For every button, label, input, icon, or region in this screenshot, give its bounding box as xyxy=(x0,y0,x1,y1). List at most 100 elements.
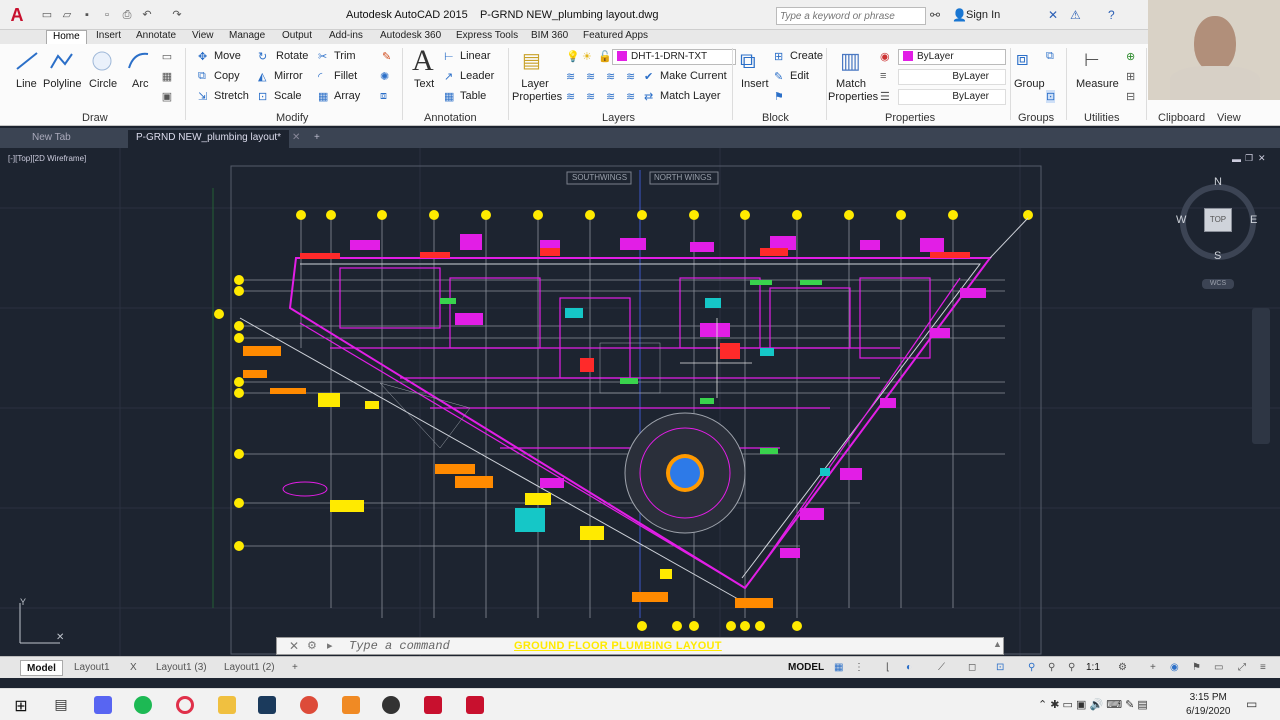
autocad-logo-icon[interactable]: A xyxy=(6,5,28,25)
clipboard-panel-title[interactable]: Clipboard xyxy=(1158,112,1205,124)
layer-tool-icon[interactable]: ≋ xyxy=(586,70,595,83)
layer-tool-icon[interactable]: ≋ xyxy=(626,70,635,83)
block-attribute-icon[interactable]: ⚑ xyxy=(774,90,784,103)
close-tab-icon[interactable]: ✕ xyxy=(284,130,308,148)
groups-panel-title[interactable]: Groups xyxy=(1018,112,1054,124)
linear-button[interactable]: Linear xyxy=(460,50,491,62)
erase-icon[interactable]: ✎ xyxy=(382,50,391,63)
move-button[interactable]: Move xyxy=(214,50,241,62)
grid-toggle-icon[interactable]: ▦ xyxy=(828,660,849,676)
snap-mode-icon[interactable]: ⋮ xyxy=(848,660,870,676)
search-input[interactable] xyxy=(776,7,926,25)
model-space-button[interactable]: MODEL xyxy=(782,660,830,676)
tab-insert[interactable]: Insert xyxy=(90,30,127,44)
compass-west[interactable]: W xyxy=(1176,214,1186,226)
layer-tool-icon[interactable]: ≋ xyxy=(606,70,615,83)
ortho-icon[interactable]: ⌊ xyxy=(880,660,896,676)
viewcube-top-face[interactable]: TOP xyxy=(1204,208,1232,232)
tab-home[interactable]: Home xyxy=(46,30,87,44)
region-icon[interactable]: ▣ xyxy=(160,90,174,104)
trim-button[interactable]: Trim xyxy=(334,50,356,62)
hardware-acceleration-icon[interactable]: ⚑ xyxy=(1186,660,1207,676)
tab-add-ins[interactable]: Add-ins xyxy=(323,30,369,44)
leader-button[interactable]: Leader xyxy=(460,70,494,82)
lineweight-icon[interactable]: ≡ xyxy=(880,70,886,82)
file-explorer-icon[interactable] xyxy=(218,696,236,714)
task-view-icon[interactable]: ▤ xyxy=(52,696,70,714)
isodraft-icon[interactable]: ⟋ xyxy=(932,660,951,676)
array-button[interactable]: Array xyxy=(334,90,360,102)
edit-button[interactable]: Edit xyxy=(790,70,809,82)
layers-panel-title[interactable]: Layers xyxy=(602,112,635,124)
binoculars-icon[interactable]: ⚯ xyxy=(930,8,940,22)
tab-annotate[interactable]: Annotate xyxy=(130,30,182,44)
command-close-icon[interactable]: ✕ xyxy=(289,639,299,653)
layer-tool-icon[interactable]: ≋ xyxy=(586,90,595,103)
layout1-3-tab[interactable]: Layout1 (3) xyxy=(150,660,213,676)
new-tab[interactable]: New Tab xyxy=(24,130,79,148)
add-icon[interactable]: + xyxy=(1144,660,1162,676)
line-button[interactable]: Line xyxy=(16,78,37,90)
autocad-taskbar-icon[interactable] xyxy=(424,696,442,714)
circle-button[interactable]: Circle xyxy=(89,78,117,90)
steam-icon[interactable] xyxy=(258,696,276,714)
command-expand-icon[interactable]: ▲ xyxy=(993,639,1002,649)
make-current-button[interactable]: Make Current xyxy=(660,70,727,82)
layout-x-tab[interactable]: X xyxy=(124,660,143,676)
calculator-icon[interactable]: ⊞ xyxy=(1126,70,1135,83)
sign-in-button[interactable]: Sign In xyxy=(966,9,1000,21)
color-dropdown[interactable]: ByLayer xyxy=(898,49,1006,65)
tab-view[interactable]: View xyxy=(186,30,220,44)
linetype-dropdown[interactable]: ByLayer xyxy=(898,89,1006,105)
tab-express-tools[interactable]: Express Tools xyxy=(450,30,524,44)
open-file-icon[interactable]: ▱ xyxy=(60,8,74,22)
notifications-icon[interactable]: ▭ xyxy=(1246,697,1257,711)
match-layer-button[interactable]: Match Layer xyxy=(660,90,721,102)
copy-button[interactable]: Copy xyxy=(214,70,240,82)
insert-button[interactable]: Insert xyxy=(741,78,769,90)
tab-featured-apps[interactable]: Featured Apps xyxy=(577,30,654,44)
save-as-icon[interactable]: ▫ xyxy=(100,8,114,22)
add-layout-icon[interactable]: + xyxy=(286,660,304,676)
measure-button[interactable]: Measure xyxy=(1076,78,1119,90)
command-history-icon[interactable]: ▸ xyxy=(327,639,333,652)
discord-icon[interactable] xyxy=(94,696,112,714)
layer-freeze-icon[interactable]: ☀ xyxy=(582,50,592,63)
navigation-bar[interactable] xyxy=(1252,308,1270,444)
layer-properties-button[interactable]: Layer Properties xyxy=(512,78,562,104)
arc-button[interactable]: Arc xyxy=(132,78,149,90)
annotation-scale-icon[interactable]: ⚲ xyxy=(1062,660,1081,676)
user-icon[interactable]: 👤 xyxy=(952,8,967,22)
command-settings-icon[interactable]: ⚙ xyxy=(307,639,317,652)
object-snap-icon[interactable]: ⊡ xyxy=(990,660,1010,676)
tab-bim-360[interactable]: BIM 360 xyxy=(525,30,574,44)
obs-icon[interactable] xyxy=(382,696,400,714)
osnap-icon[interactable]: ◻ xyxy=(962,660,982,676)
tab-manage[interactable]: Manage xyxy=(223,30,271,44)
layer-lock-icon[interactable]: 🔓 xyxy=(598,50,612,63)
annotation-scale-value[interactable]: 1:1 xyxy=(1080,660,1106,676)
explode-icon[interactable]: ✺ xyxy=(380,70,389,83)
drawing-tab[interactable]: P-GRND NEW_plumbing layout* xyxy=(128,130,290,148)
new-file-icon[interactable]: ▭ xyxy=(40,8,54,22)
create-button[interactable]: Create xyxy=(790,50,823,62)
draw-panel-title[interactable]: Draw xyxy=(82,112,108,124)
polar-tracking-icon[interactable]: ◐ xyxy=(900,660,918,676)
viewcube[interactable]: TOP N S E W xyxy=(1176,174,1260,262)
block-panel-title[interactable]: Block xyxy=(762,112,789,124)
app-store-icon[interactable]: ⚠ xyxy=(1070,8,1081,22)
layer-tool-icon[interactable]: ≋ xyxy=(626,90,635,103)
opera-icon[interactable] xyxy=(176,696,194,714)
tab-autodesk-360[interactable]: Autodesk 360 xyxy=(374,30,447,44)
add-tab-icon[interactable]: + xyxy=(306,130,328,148)
model-tab[interactable]: Model xyxy=(20,660,63,676)
layer-tool-icon[interactable]: ≋ xyxy=(566,90,575,103)
offset-icon[interactable]: ⧈ xyxy=(380,90,387,103)
undo-icon[interactable]: ↶ xyxy=(140,8,154,22)
fillet-button[interactable]: Fillet xyxy=(334,70,357,82)
compass-south[interactable]: S xyxy=(1214,250,1221,262)
auto-scale-icon[interactable]: ⚲ xyxy=(1042,660,1061,676)
annotation-visibility-icon[interactable]: ⚲ xyxy=(1022,660,1041,676)
save-icon[interactable]: ▪ xyxy=(80,8,94,22)
compass-east[interactable]: E xyxy=(1250,214,1257,226)
